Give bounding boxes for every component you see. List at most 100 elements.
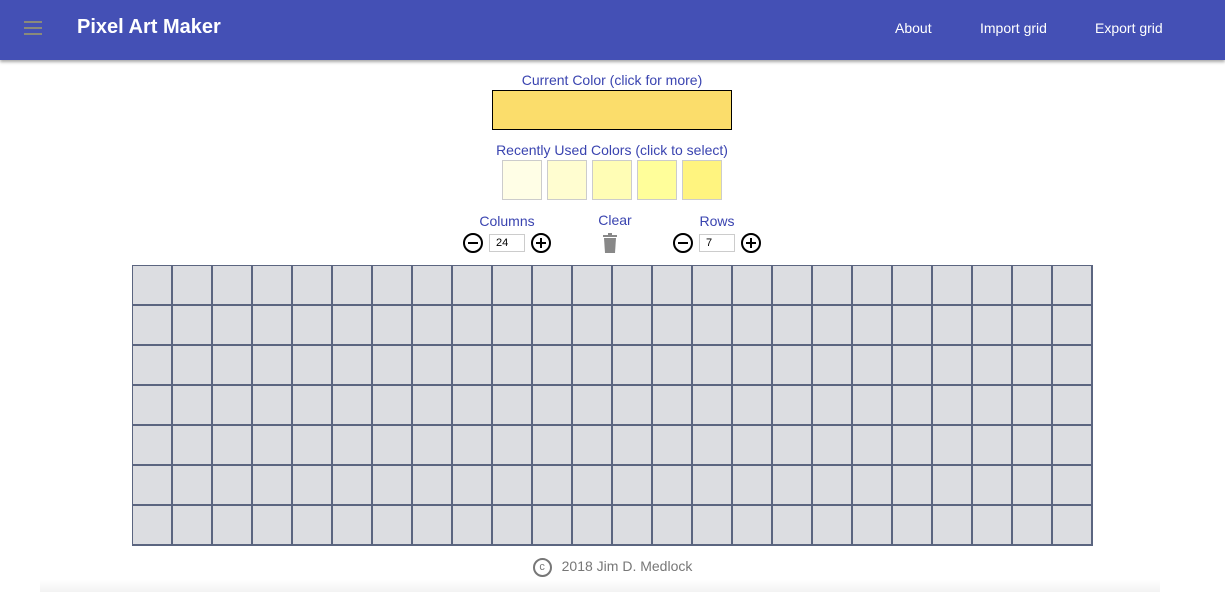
nav-about[interactable]: About (895, 20, 932, 36)
grid-cell[interactable] (773, 466, 813, 506)
grid-cell[interactable] (733, 266, 773, 306)
grid-cell[interactable] (733, 386, 773, 426)
grid-cell[interactable] (893, 386, 933, 426)
grid-cell[interactable] (333, 346, 373, 386)
grid-cell[interactable] (413, 466, 453, 506)
grid-cell[interactable] (213, 506, 253, 546)
grid-cell[interactable] (253, 306, 293, 346)
grid-cell[interactable] (493, 466, 533, 506)
grid-cell[interactable] (973, 506, 1013, 546)
grid-cell[interactable] (1013, 346, 1053, 386)
grid-cell[interactable] (253, 466, 293, 506)
grid-cell[interactable] (253, 346, 293, 386)
grid-cell[interactable] (333, 266, 373, 306)
grid-cell[interactable] (493, 346, 533, 386)
grid-cell[interactable] (253, 386, 293, 426)
grid-cell[interactable] (133, 306, 173, 346)
grid-cell[interactable] (533, 506, 573, 546)
grid-cell[interactable] (853, 426, 893, 466)
grid-cell[interactable] (253, 506, 293, 546)
grid-cell[interactable] (733, 346, 773, 386)
grid-cell[interactable] (133, 266, 173, 306)
grid-cell[interactable] (973, 306, 1013, 346)
grid-cell[interactable] (973, 466, 1013, 506)
grid-cell[interactable] (453, 466, 493, 506)
grid-cell[interactable] (293, 386, 333, 426)
recent-color-swatch[interactable] (637, 160, 677, 200)
grid-cell[interactable] (733, 306, 773, 346)
grid-cell[interactable] (293, 306, 333, 346)
grid-cell[interactable] (813, 306, 853, 346)
grid-cell[interactable] (853, 466, 893, 506)
grid-cell[interactable] (813, 386, 853, 426)
grid-cell[interactable] (573, 386, 613, 426)
grid-cell[interactable] (773, 426, 813, 466)
grid-cell[interactable] (573, 466, 613, 506)
grid-cell[interactable] (213, 266, 253, 306)
grid-cell[interactable] (413, 346, 453, 386)
grid-cell[interactable] (613, 346, 653, 386)
grid-cell[interactable] (813, 506, 853, 546)
grid-cell[interactable] (373, 466, 413, 506)
grid-cell[interactable] (693, 426, 733, 466)
grid-cell[interactable] (293, 426, 333, 466)
grid-cell[interactable] (1013, 266, 1053, 306)
columns-input[interactable] (489, 234, 525, 252)
nav-import-grid[interactable]: Import grid (980, 20, 1047, 36)
grid-cell[interactable] (653, 426, 693, 466)
grid-cell[interactable] (813, 466, 853, 506)
nav-export-grid[interactable]: Export grid (1095, 20, 1163, 36)
grid-cell[interactable] (733, 426, 773, 466)
grid-cell[interactable] (173, 466, 213, 506)
columns-decrement-button[interactable] (463, 233, 483, 253)
grid-cell[interactable] (333, 506, 373, 546)
grid-cell[interactable] (373, 506, 413, 546)
grid-cell[interactable] (1053, 346, 1093, 386)
recent-color-swatch[interactable] (592, 160, 632, 200)
grid-cell[interactable] (533, 346, 573, 386)
grid-cell[interactable] (1013, 306, 1053, 346)
grid-cell[interactable] (573, 346, 613, 386)
grid-cell[interactable] (413, 426, 453, 466)
grid-cell[interactable] (453, 506, 493, 546)
grid-cell[interactable] (333, 306, 373, 346)
grid-cell[interactable] (493, 266, 533, 306)
grid-cell[interactable] (333, 466, 373, 506)
grid-cell[interactable] (1013, 466, 1053, 506)
grid-cell[interactable] (453, 426, 493, 466)
grid-cell[interactable] (853, 346, 893, 386)
grid-cell[interactable] (493, 386, 533, 426)
grid-cell[interactable] (653, 466, 693, 506)
grid-cell[interactable] (213, 426, 253, 466)
grid-cell[interactable] (653, 266, 693, 306)
grid-cell[interactable] (933, 386, 973, 426)
grid-cell[interactable] (773, 266, 813, 306)
grid-cell[interactable] (293, 506, 333, 546)
grid-cell[interactable] (573, 426, 613, 466)
rows-increment-button[interactable] (741, 233, 761, 253)
grid-cell[interactable] (333, 426, 373, 466)
grid-cell[interactable] (373, 346, 413, 386)
grid-cell[interactable] (813, 266, 853, 306)
grid-cell[interactable] (1013, 386, 1053, 426)
grid-cell[interactable] (453, 386, 493, 426)
grid-cell[interactable] (773, 386, 813, 426)
grid-cell[interactable] (693, 466, 733, 506)
grid-cell[interactable] (373, 306, 413, 346)
grid-cell[interactable] (613, 506, 653, 546)
grid-cell[interactable] (853, 266, 893, 306)
grid-cell[interactable] (853, 306, 893, 346)
grid-cell[interactable] (533, 426, 573, 466)
grid-cell[interactable] (653, 386, 693, 426)
grid-cell[interactable] (733, 506, 773, 546)
grid-cell[interactable] (413, 306, 453, 346)
grid-cell[interactable] (453, 306, 493, 346)
grid-cell[interactable] (613, 386, 653, 426)
grid-cell[interactable] (453, 266, 493, 306)
grid-cell[interactable] (133, 506, 173, 546)
grid-cell[interactable] (613, 266, 653, 306)
grid-cell[interactable] (853, 506, 893, 546)
grid-cell[interactable] (133, 426, 173, 466)
grid-cell[interactable] (933, 426, 973, 466)
grid-cell[interactable] (373, 266, 413, 306)
